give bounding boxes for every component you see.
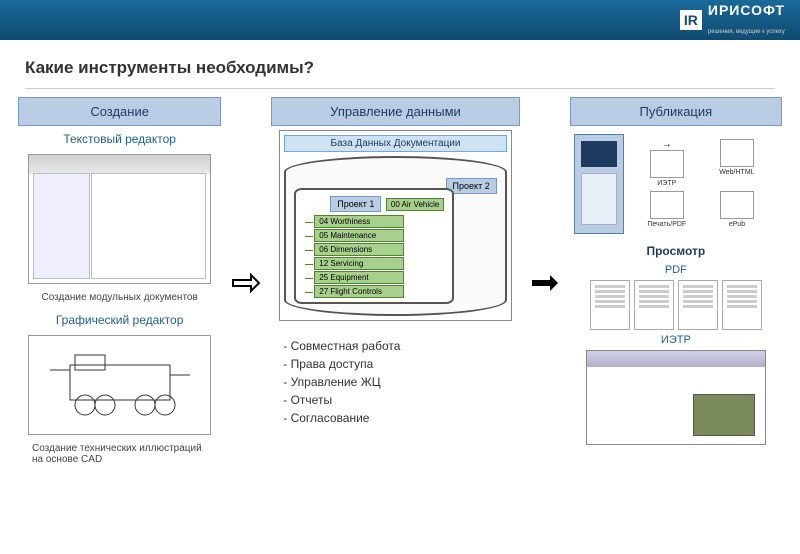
- cad-illustration: [28, 335, 211, 435]
- server-icon: [574, 134, 624, 234]
- tree-root: 00 Air Vehicle: [386, 198, 444, 211]
- project-1-label: Проект 1: [330, 196, 381, 212]
- arrow-icon: [229, 97, 263, 469]
- pdf-page: [590, 280, 630, 330]
- logo-text: ИРИСОФТ: [708, 2, 785, 18]
- bullet: - Управление ЖЦ: [283, 373, 507, 391]
- pdf-thumbnails: [572, 280, 780, 330]
- column-data-management: Управление данными База Данных Документа…: [271, 97, 519, 469]
- tree-item: 12 Servicing: [314, 257, 404, 270]
- brand-logo: IR ИРИСОФТ решения, ведущие к успеху: [680, 2, 785, 38]
- tree-item: 06 Dimensions: [314, 243, 404, 256]
- cad-caption: Создание технических иллюстраций на осно…: [18, 439, 221, 469]
- col2-header: Управление данными: [271, 97, 519, 126]
- logo-badge: IR: [680, 10, 702, 30]
- bullet: - Права доступа: [283, 355, 507, 373]
- tree-item: 05 Maintenance: [314, 229, 404, 242]
- column-publication: Публикация →ИЭТР Web/HTML Печать/PDF ePu…: [570, 97, 782, 469]
- pdf-page: [678, 280, 718, 330]
- column-creation: Создание Текстовый редактор Создание мод…: [18, 97, 221, 469]
- text-editor-caption: Создание модульных документов: [18, 288, 221, 307]
- page-title: Какие инструменты необходимы?: [0, 40, 800, 88]
- output-ietr: →ИЭТР: [634, 139, 700, 187]
- pdf-page: [634, 280, 674, 330]
- output-pdf: Печать/PDF: [634, 191, 700, 228]
- graphic-editor-heading: Графический редактор: [18, 307, 221, 333]
- view-heading: Просмотр: [570, 240, 782, 262]
- arrow-icon: [528, 97, 562, 469]
- pdf-label: PDF: [570, 262, 782, 278]
- pdf-page: [722, 280, 762, 330]
- text-editor-heading: Текстовый редактор: [18, 126, 221, 152]
- top-bar: IR ИРИСОФТ решения, ведущие к успеху: [0, 0, 800, 40]
- col3-header: Публикация: [570, 97, 782, 126]
- output-web: Web/HTML: [704, 139, 770, 187]
- logo-tagline: решения, ведущие к успеху: [708, 29, 785, 35]
- database-diagram: База Данных Документации Проект 2 Проект…: [279, 130, 511, 321]
- browser-mockup: [586, 350, 766, 445]
- tree-item: 27 Flight Controls: [314, 285, 404, 298]
- db-cylinder: Проект 2 Проект 1 00 Air Vehicle 04 Wort…: [284, 156, 506, 316]
- col1-header: Создание: [18, 97, 221, 126]
- output-formats: →ИЭТР Web/HTML Печать/PDF ePub: [634, 139, 770, 228]
- bullet: - Отчеты: [283, 391, 507, 409]
- bullet: - Согласование: [283, 409, 507, 427]
- text-editor-screenshot: [28, 154, 211, 284]
- bullet: - Совместная работа: [283, 337, 507, 355]
- divider: [25, 88, 775, 89]
- output-epub: ePub: [704, 191, 770, 228]
- project-1-box: Проект 1 00 Air Vehicle 04 Worthiness 05…: [294, 188, 454, 304]
- db-title: База Данных Документации: [284, 135, 506, 152]
- tree-item: 04 Worthiness: [314, 215, 404, 228]
- feature-list: - Совместная работа - Права доступа - Уп…: [271, 329, 519, 435]
- tree-item: 25 Equipment: [314, 271, 404, 284]
- ietr-label: ИЭТР: [570, 332, 782, 348]
